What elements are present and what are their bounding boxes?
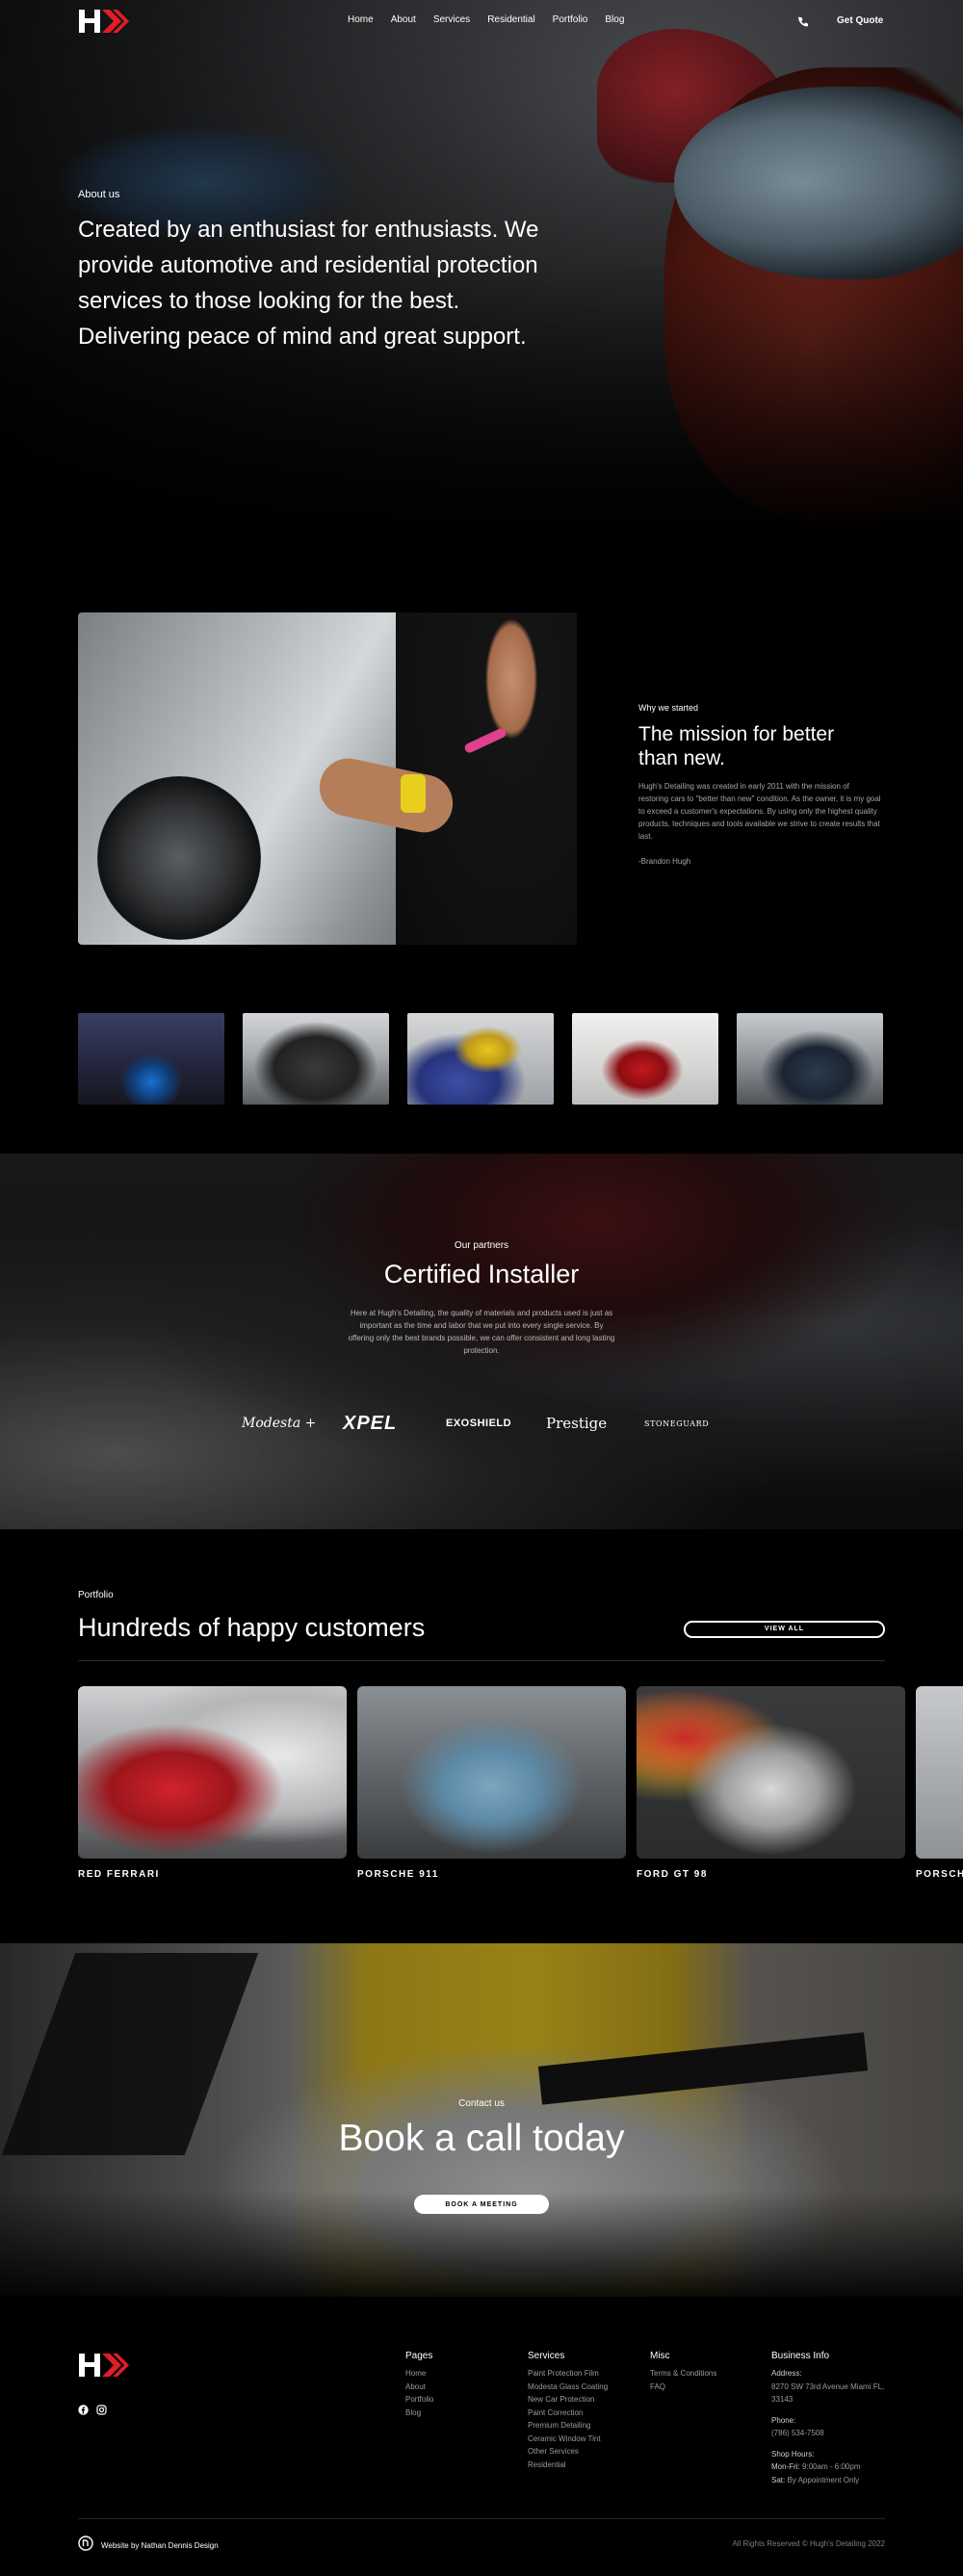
facebook-icon[interactable]: [78, 2403, 89, 2415]
mission-title: The mission for better than new.: [638, 723, 835, 769]
footer-link-service[interactable]: Paint Correction: [528, 2407, 608, 2420]
nav-link-about[interactable]: About: [391, 14, 416, 25]
hours-weekday-time: 9:00am - 6:00pm: [802, 2462, 861, 2471]
address-line: 8270 SW 73rd Avenue Miami FL,: [771, 2381, 885, 2391]
footer-link-faq[interactable]: FAQ: [650, 2381, 716, 2394]
logo-icon[interactable]: [78, 9, 130, 34]
nav-link-residential[interactable]: Residential: [487, 14, 534, 25]
hero-eyebrow: About us: [78, 189, 120, 200]
partners-body: Here at Hugh's Detailing, the quality of…: [348, 1309, 615, 1355]
portfolio-card-label: PORSCH: [916, 1869, 963, 1880]
portfolio-divider: [78, 1660, 885, 1661]
footer-link-service[interactable]: Residential: [528, 2459, 608, 2472]
hours-label: Shop Hours:: [771, 2449, 815, 2459]
footer-services-column: Services Paint Protection Film Modesta G…: [528, 2351, 608, 2471]
phone-icon[interactable]: [797, 15, 809, 27]
footer-link-service[interactable]: Modesta Glass Coating: [528, 2381, 608, 2394]
footer-link-service[interactable]: Premium Detailing: [528, 2419, 608, 2433]
gallery-thumb[interactable]: [407, 1013, 554, 1105]
hours-weekday: Mon-Fri: 9:00am - 6:00pm: [771, 2460, 884, 2474]
nav-link-blog[interactable]: Blog: [605, 14, 624, 25]
get-quote-button[interactable]: Get Quote: [837, 15, 883, 26]
photo-spray-tool: [401, 774, 426, 813]
gallery-thumb[interactable]: [737, 1013, 883, 1105]
footer-business-column: Business Info Address: 8270 SW 73rd Aven…: [771, 2351, 884, 2486]
nav-link-portfolio[interactable]: Portfolio: [553, 14, 588, 25]
hours-saturday-day: Sat:: [771, 2475, 786, 2485]
hero-title: Created by an enthusiast for enthusiasts…: [78, 217, 539, 350]
portfolio-title: Hundreds of happy customers: [78, 1613, 426, 1642]
footer-pages-heading: Pages: [405, 2351, 433, 2361]
portfolio-card[interactable]: PORSCHE 911: [357, 1686, 626, 1880]
view-all-button[interactable]: VIEW ALL: [684, 1621, 885, 1638]
portfolio-card[interactable]: RED FERRARI: [78, 1686, 347, 1880]
portfolio-card-label: RED FERRARI: [78, 1869, 160, 1880]
mission-signature: -Brandon Hugh: [638, 857, 691, 866]
footer-credit-text: Website by Nathan Dennis Design: [101, 2541, 219, 2550]
nav-link-home[interactable]: Home: [348, 14, 374, 25]
footer-link-blog[interactable]: Blog: [405, 2407, 433, 2420]
portfolio-eyebrow: Portfolio: [78, 1590, 114, 1600]
footer-social: [78, 2403, 107, 2415]
partner-logo-xpel: XPEL: [343, 1413, 398, 1434]
portfolio-card[interactable]: FORD GT 98: [637, 1686, 905, 1880]
portfolio-card-image: [357, 1686, 626, 1859]
footer-copyright: All Rights Reserved © Hugh's Detailing 2…: [732, 2539, 885, 2548]
hours-weekday-day: Mon-Fri:: [771, 2462, 800, 2471]
footer-link-service[interactable]: Other Services: [528, 2445, 608, 2459]
hours-saturday-time: By Appointment Only: [787, 2475, 860, 2485]
portfolio-carousel: RED FERRARI PORSCHE 911 FORD GT 98 PORSC…: [78, 1686, 963, 1888]
partner-logos: Modesta + XPEL EXOSHIELD Prestige STONEG…: [242, 1412, 723, 1439]
partner-logo-prestige: Prestige: [546, 1415, 608, 1432]
portfolio-card-image: [916, 1686, 963, 1859]
designer-logo-icon: [78, 2536, 93, 2556]
partner-logo-stoneguard: STONEGUARD: [644, 1419, 710, 1428]
book-meeting-button[interactable]: BOOK A MEETING: [414, 2195, 549, 2214]
phone-label: Phone:: [771, 2415, 796, 2425]
partner-logo-exoshield: EXOSHIELD: [446, 1418, 512, 1429]
footer-services-heading: Services: [528, 2351, 565, 2361]
mission-body: Hugh's Detailing was created in early 20…: [638, 782, 881, 841]
footer-divider: [78, 2518, 885, 2519]
partner-logo-modesta: Modesta +: [242, 1416, 317, 1431]
footer-business-heading: Business Info: [771, 2351, 830, 2361]
partners-title: Certified Installer: [383, 1260, 580, 1288]
phone-number[interactable]: (786) 534-7508: [771, 2427, 884, 2440]
instagram-icon[interactable]: [96, 2403, 107, 2415]
gallery-thumb[interactable]: [572, 1013, 718, 1105]
photo-wheel: [97, 776, 261, 940]
portfolio-card-image: [637, 1686, 905, 1859]
mission-photo: [78, 612, 577, 945]
nav-links: Home About Services Residential Portfoli…: [348, 14, 641, 25]
footer-misc-column: Misc Terms & Conditions FAQ: [650, 2351, 716, 2393]
portfolio-card-label: PORSCHE 911: [357, 1869, 439, 1880]
footer-pages-column: Pages Home About Portfolio Blog: [405, 2351, 433, 2419]
footer-link-service[interactable]: Ceramic Window Tint: [528, 2433, 608, 2446]
book-title: Book a call today: [338, 2118, 625, 2159]
portfolio-card-image: [78, 1686, 347, 1859]
mission-eyebrow: Why we started: [638, 703, 699, 713]
footer-link-terms[interactable]: Terms & Conditions: [650, 2367, 716, 2381]
nav-link-services[interactable]: Services: [433, 14, 470, 25]
footer-link-home[interactable]: Home: [405, 2367, 433, 2381]
address-label: Address:: [771, 2369, 802, 2378]
top-nav: Home About Services Residential Portfoli…: [0, 0, 963, 42]
address-line: 33143: [771, 2395, 794, 2404]
hours-saturday: Sat: By Appointment Only: [771, 2474, 884, 2487]
gallery-thumb[interactable]: [243, 1013, 389, 1105]
footer-link-about[interactable]: About: [405, 2381, 433, 2394]
portfolio-card[interactable]: PORSCH: [916, 1686, 963, 1880]
book-eyebrow: Contact us: [458, 2098, 505, 2109]
portfolio-card-label: FORD GT 98: [637, 1869, 708, 1880]
footer-link-service[interactable]: New Car Protection: [528, 2393, 608, 2407]
footer-misc-heading: Misc: [650, 2351, 670, 2361]
footer-logo-icon[interactable]: [78, 2353, 130, 2378]
gallery-thumb[interactable]: [78, 1013, 224, 1105]
footer-credit[interactable]: Website by Nathan Dennis Design: [78, 2536, 219, 2556]
partners-eyebrow: Our partners: [454, 1240, 509, 1251]
gallery-thumbnails: [78, 1013, 883, 1105]
footer-link-service[interactable]: Paint Protection Film: [528, 2367, 608, 2381]
footer-link-portfolio[interactable]: Portfolio: [405, 2393, 433, 2407]
